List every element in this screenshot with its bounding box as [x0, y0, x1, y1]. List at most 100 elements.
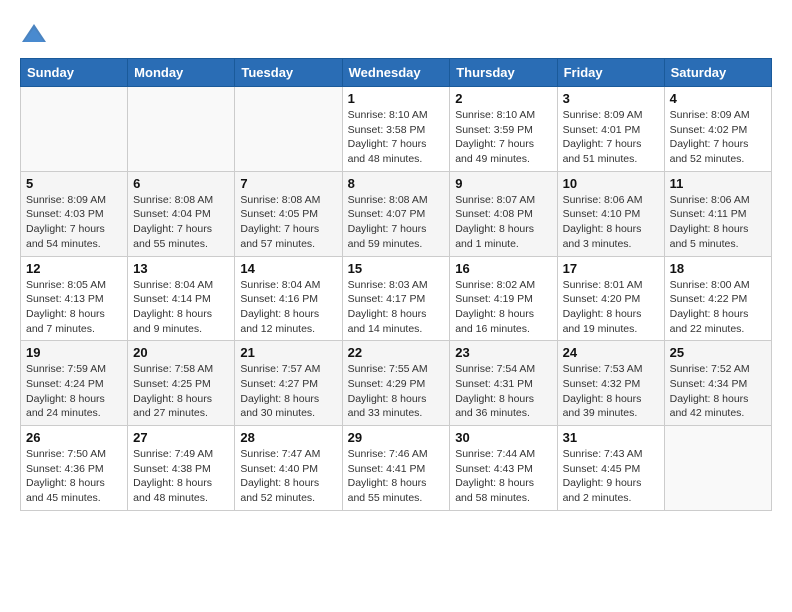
day-number: 17: [563, 261, 659, 276]
day-number: 28: [240, 430, 336, 445]
day-number: 25: [670, 345, 766, 360]
header-day-friday: Friday: [557, 59, 664, 87]
day-number: 5: [26, 176, 122, 191]
calendar-cell: 10Sunrise: 8:06 AMSunset: 4:10 PMDayligh…: [557, 171, 664, 256]
header-day-saturday: Saturday: [664, 59, 771, 87]
header-day-tuesday: Tuesday: [235, 59, 342, 87]
calendar-cell: 7 Sunrise: 8:08 AMSunset: 4:05 PMDaylight…: [235, 171, 342, 256]
calendar-cell: 23 Sunrise: 7:54 AMSunset: 4:31 PMDayligh…: [450, 341, 557, 426]
calendar-cell: 13 Sunrise: 8:04 AMSunset: 4:14 PMDayligh…: [128, 256, 235, 341]
calendar-cell: 12 Sunrise: 8:05 AMSunset: 4:13 PMDayligh…: [21, 256, 128, 341]
week-row-5: 26 Sunrise: 7:50 AMSunset: 4:36 PMDayligh…: [21, 426, 772, 511]
calendar-cell: 9 Sunrise: 8:07 AMSunset: 4:08 PMDaylight…: [450, 171, 557, 256]
calendar-cell: 24Sunrise: 7:53 AMSunset: 4:32 PMDayligh…: [557, 341, 664, 426]
calendar-cell: 18 Sunrise: 8:00 AMSunset: 4:22 PMDayligh…: [664, 256, 771, 341]
day-info: Sunrise: 7:52 AMSunset: 4:34 PMDaylight:…: [670, 362, 766, 421]
day-number: 3: [563, 91, 659, 106]
day-info: Sunrise: 8:01 AMSunset: 4:20 PMDaylight:…: [563, 278, 659, 337]
week-row-1: 1 Sunrise: 8:10 AMSunset: 3:58 PMDaylight…: [21, 87, 772, 172]
day-number: 22: [348, 345, 445, 360]
calendar-cell: 2 Sunrise: 8:10 AMSunset: 3:59 PMDaylight…: [450, 87, 557, 172]
calendar-cell: 30Sunrise: 7:44 AMSunset: 4:43 PMDayligh…: [450, 426, 557, 511]
header-day-thursday: Thursday: [450, 59, 557, 87]
calendar-cell: 19Sunrise: 7:59 AMSunset: 4:24 PMDayligh…: [21, 341, 128, 426]
day-info: Sunrise: 8:04 AMSunset: 4:14 PMDaylight:…: [133, 278, 229, 337]
day-info: Sunrise: 8:06 AMSunset: 4:10 PMDaylight:…: [563, 193, 659, 252]
calendar-cell: 21Sunrise: 7:57 AMSunset: 4:27 PMDayligh…: [235, 341, 342, 426]
calendar-cell: [128, 87, 235, 172]
day-number: 27: [133, 430, 229, 445]
day-number: 29: [348, 430, 445, 445]
day-info: Sunrise: 7:50 AMSunset: 4:36 PMDaylight:…: [26, 447, 122, 506]
header-day-sunday: Sunday: [21, 59, 128, 87]
calendar-header: SundayMondayTuesdayWednesdayThursdayFrid…: [21, 59, 772, 87]
day-number: 13: [133, 261, 229, 276]
calendar-cell: 27Sunrise: 7:49 AMSunset: 4:38 PMDayligh…: [128, 426, 235, 511]
calendar-cell: 22 Sunrise: 7:55 AMSunset: 4:29 PMDayligh…: [342, 341, 450, 426]
logo-icon: [20, 20, 48, 48]
header-day-wednesday: Wednesday: [342, 59, 450, 87]
day-number: 20: [133, 345, 229, 360]
day-number: 7: [240, 176, 336, 191]
day-number: 26: [26, 430, 122, 445]
day-number: 4: [670, 91, 766, 106]
logo: [20, 20, 52, 48]
day-info: Sunrise: 7:55 AMSunset: 4:29 PMDaylight:…: [348, 362, 445, 421]
day-info: Sunrise: 8:09 AMSunset: 4:02 PMDaylight:…: [670, 108, 766, 167]
calendar-cell: 29 Sunrise: 7:46 AMSunset: 4:41 PMDayligh…: [342, 426, 450, 511]
calendar-table: SundayMondayTuesdayWednesdayThursdayFrid…: [20, 58, 772, 511]
day-info: Sunrise: 7:46 AMSunset: 4:41 PMDaylight:…: [348, 447, 445, 506]
day-info: Sunrise: 8:03 AMSunset: 4:17 PMDaylight:…: [348, 278, 445, 337]
calendar-cell: 15 Sunrise: 8:03 AMSunset: 4:17 PMDayligh…: [342, 256, 450, 341]
week-row-2: 5 Sunrise: 8:09 AMSunset: 4:03 PMDaylight…: [21, 171, 772, 256]
day-number: 16: [455, 261, 551, 276]
day-info: Sunrise: 8:00 AMSunset: 4:22 PMDaylight:…: [670, 278, 766, 337]
day-number: 8: [348, 176, 445, 191]
day-info: Sunrise: 8:08 AMSunset: 4:05 PMDaylight:…: [240, 193, 336, 252]
day-info: Sunrise: 7:47 AMSunset: 4:40 PMDaylight:…: [240, 447, 336, 506]
week-row-4: 19Sunrise: 7:59 AMSunset: 4:24 PMDayligh…: [21, 341, 772, 426]
day-number: 18: [670, 261, 766, 276]
calendar-cell: 16 Sunrise: 8:02 AMSunset: 4:19 PMDayligh…: [450, 256, 557, 341]
calendar-body: 1 Sunrise: 8:10 AMSunset: 3:58 PMDaylight…: [21, 87, 772, 511]
day-info: Sunrise: 7:58 AMSunset: 4:25 PMDaylight:…: [133, 362, 229, 421]
day-info: Sunrise: 8:10 AMSunset: 3:59 PMDaylight:…: [455, 108, 551, 167]
calendar-cell: 8 Sunrise: 8:08 AMSunset: 4:07 PMDaylight…: [342, 171, 450, 256]
day-number: 14: [240, 261, 336, 276]
day-number: 11: [670, 176, 766, 191]
calendar-cell: 28 Sunrise: 7:47 AMSunset: 4:40 PMDayligh…: [235, 426, 342, 511]
day-number: 12: [26, 261, 122, 276]
day-info: Sunrise: 7:59 AMSunset: 4:24 PMDaylight:…: [26, 362, 122, 421]
day-info: Sunrise: 7:53 AMSunset: 4:32 PMDaylight:…: [563, 362, 659, 421]
day-number: 23: [455, 345, 551, 360]
calendar-cell: 31 Sunrise: 7:43 AMSunset: 4:45 PMDayligh…: [557, 426, 664, 511]
day-number: 6: [133, 176, 229, 191]
day-number: 9: [455, 176, 551, 191]
day-number: 2: [455, 91, 551, 106]
day-number: 1: [348, 91, 445, 106]
day-info: Sunrise: 7:54 AMSunset: 4:31 PMDaylight:…: [455, 362, 551, 421]
page-header: [20, 20, 772, 48]
day-info: Sunrise: 7:57 AMSunset: 4:27 PMDaylight:…: [240, 362, 336, 421]
calendar-cell: 3 Sunrise: 8:09 AMSunset: 4:01 PMDaylight…: [557, 87, 664, 172]
day-info: Sunrise: 8:09 AMSunset: 4:01 PMDaylight:…: [563, 108, 659, 167]
calendar-cell: 5 Sunrise: 8:09 AMSunset: 4:03 PMDaylight…: [21, 171, 128, 256]
calendar-cell: [21, 87, 128, 172]
day-info: Sunrise: 8:05 AMSunset: 4:13 PMDaylight:…: [26, 278, 122, 337]
day-info: Sunrise: 7:43 AMSunset: 4:45 PMDaylight:…: [563, 447, 659, 506]
calendar-cell: [235, 87, 342, 172]
day-info: Sunrise: 8:08 AMSunset: 4:07 PMDaylight:…: [348, 193, 445, 252]
calendar-cell: 14Sunrise: 8:04 AMSunset: 4:16 PMDayligh…: [235, 256, 342, 341]
calendar-cell: 4 Sunrise: 8:09 AMSunset: 4:02 PMDaylight…: [664, 87, 771, 172]
calendar-cell: [664, 426, 771, 511]
day-info: Sunrise: 8:10 AMSunset: 3:58 PMDaylight:…: [348, 108, 445, 167]
calendar-cell: 25 Sunrise: 7:52 AMSunset: 4:34 PMDayligh…: [664, 341, 771, 426]
day-info: Sunrise: 8:02 AMSunset: 4:19 PMDaylight:…: [455, 278, 551, 337]
day-number: 31: [563, 430, 659, 445]
calendar-cell: 6Sunrise: 8:08 AMSunset: 4:04 PMDaylight…: [128, 171, 235, 256]
day-info: Sunrise: 8:07 AMSunset: 4:08 PMDaylight:…: [455, 193, 551, 252]
day-number: 15: [348, 261, 445, 276]
day-info: Sunrise: 8:09 AMSunset: 4:03 PMDaylight:…: [26, 193, 122, 252]
day-info: Sunrise: 7:44 AMSunset: 4:43 PMDaylight:…: [455, 447, 551, 506]
day-info: Sunrise: 8:06 AMSunset: 4:11 PMDaylight:…: [670, 193, 766, 252]
